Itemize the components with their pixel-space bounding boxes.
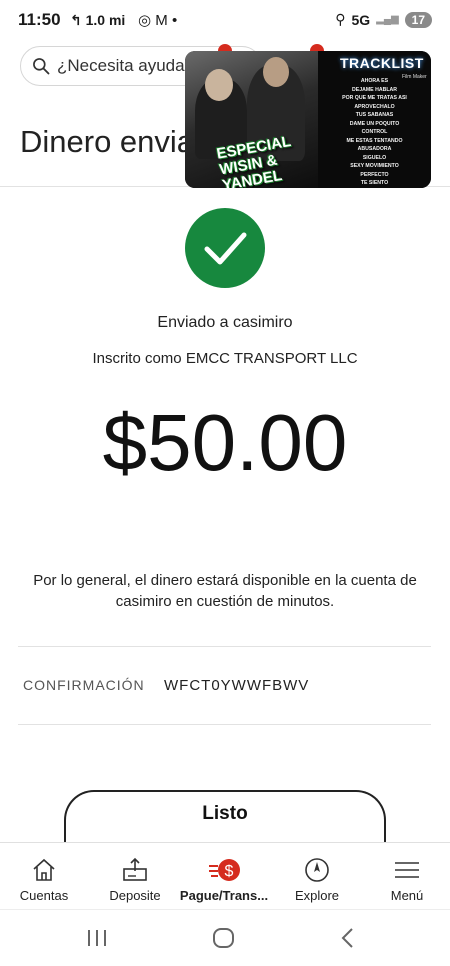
track-item: TUS SABANAS bbox=[355, 112, 394, 118]
video-thumbnail: ESPECIAL WISIN & YANDEL bbox=[185, 51, 318, 188]
pay-transfer-icon: $ bbox=[209, 859, 240, 881]
whatsapp-icon: ◎ bbox=[138, 12, 152, 29]
video-overlay[interactable]: ESPECIAL WISIN & YANDEL TRACKLIST Film M… bbox=[185, 51, 431, 188]
svg-text:$: $ bbox=[225, 863, 234, 880]
registered-name: Inscrito como EMCC TRANSPORT LLC bbox=[92, 350, 358, 367]
track-item: PERFECTO bbox=[360, 171, 389, 178]
availability-note: Por lo general, el dinero estará disponi… bbox=[33, 572, 417, 610]
track-item: AHORA ES bbox=[360, 78, 389, 84]
gmail-icon: M bbox=[155, 12, 168, 29]
artist-head bbox=[205, 69, 233, 101]
divider bbox=[18, 646, 431, 647]
nav-item-pague-transfiera[interactable]: $ Pague/Trans... bbox=[176, 843, 272, 909]
nav-item-cuentas[interactable]: Cuentas bbox=[8, 843, 80, 909]
menu-icon bbox=[395, 862, 419, 878]
nav-distance: 1.0 mi bbox=[85, 12, 126, 28]
deposit-icon bbox=[123, 857, 147, 881]
network-label: 5G bbox=[351, 11, 371, 28]
track-item: BESOS MOJADOS bbox=[318, 188, 431, 189]
amount-sent: $50.00 bbox=[102, 398, 348, 487]
confirmation-label: CONFIRMACIÓN bbox=[23, 677, 145, 693]
track-item: ABUSADORA bbox=[357, 146, 392, 152]
more-notifications-icon: • bbox=[171, 12, 178, 29]
location-icon: ⚲ bbox=[335, 11, 346, 27]
nav-label: Explore bbox=[294, 888, 340, 903]
system-navigation bbox=[0, 909, 450, 966]
turn-arrow-icon: ↰ bbox=[70, 12, 82, 28]
track-item: POR QUE ME TRATAS ASI bbox=[342, 95, 407, 101]
home-button-icon[interactable] bbox=[212, 927, 236, 949]
notification-icons: ◎ M • bbox=[138, 11, 177, 29]
status-bar: 11:50 ↰ 1.0 mi ◎ M • ⚲ 5G ▂▄▆ 17 bbox=[0, 0, 450, 40]
artist-head bbox=[263, 57, 289, 87]
confirmation-number: WFCT0YWWFBWV bbox=[164, 677, 310, 694]
track-item: ME ESTAS TENTANDO bbox=[346, 137, 403, 144]
battery-badge: 17 bbox=[404, 11, 432, 28]
navigation-indicator: ↰ 1.0 mi bbox=[70, 12, 125, 29]
success-check-icon bbox=[185, 208, 265, 288]
divider bbox=[18, 724, 431, 725]
recipient-text: Enviado a casimiro bbox=[157, 314, 293, 331]
compass-icon bbox=[305, 858, 329, 882]
track-item: DEJAME HABLAR bbox=[352, 86, 397, 93]
track-item: DAME UN POQUITO bbox=[349, 120, 400, 127]
tracklist-title: TRACKLIST bbox=[340, 55, 424, 71]
bottom-nav: Cuentas Deposite $ Pague/Trans... Explor… bbox=[0, 842, 450, 909]
nav-item-deposite[interactable]: Deposite bbox=[98, 843, 172, 909]
signal-icon: ▂▄▆ bbox=[376, 14, 399, 25]
search-icon bbox=[33, 58, 50, 75]
track-item: CONTROL bbox=[361, 129, 388, 135]
status-right: ⚲ 5G ▂▄▆ 17 bbox=[335, 11, 432, 28]
nav-item-explore[interactable]: Explore bbox=[282, 843, 352, 909]
tracklist: AHORA ES DEJAME HABLAR POR QUE ME TRATAS A… bbox=[318, 77, 431, 188]
track-item: SEXY MOVIMIENTO bbox=[350, 163, 399, 169]
nav-label: Menú bbox=[390, 888, 424, 903]
search-input[interactable]: ¿Necesita ayuda? bbox=[57, 56, 194, 76]
track-item: APROVECHALO bbox=[354, 103, 395, 110]
home-icon bbox=[33, 858, 55, 881]
recent-apps-icon[interactable] bbox=[86, 928, 108, 948]
nav-item-menu[interactable]: Menú bbox=[374, 843, 440, 909]
nav-label: Cuentas bbox=[19, 888, 69, 903]
track-item: TE SIENTO bbox=[360, 180, 389, 186]
back-button-icon[interactable] bbox=[340, 927, 356, 949]
tracklist-panel: TRACKLIST Film Maker AHORA ES DEJAME HABL… bbox=[318, 51, 431, 188]
nav-label: Pague/Trans... bbox=[179, 888, 269, 903]
nav-label: Deposite bbox=[109, 888, 161, 903]
status-time: 11:50 bbox=[18, 10, 61, 29]
track-item: SIGUELO bbox=[362, 154, 387, 161]
done-button-label[interactable]: Listo bbox=[0, 803, 450, 825]
